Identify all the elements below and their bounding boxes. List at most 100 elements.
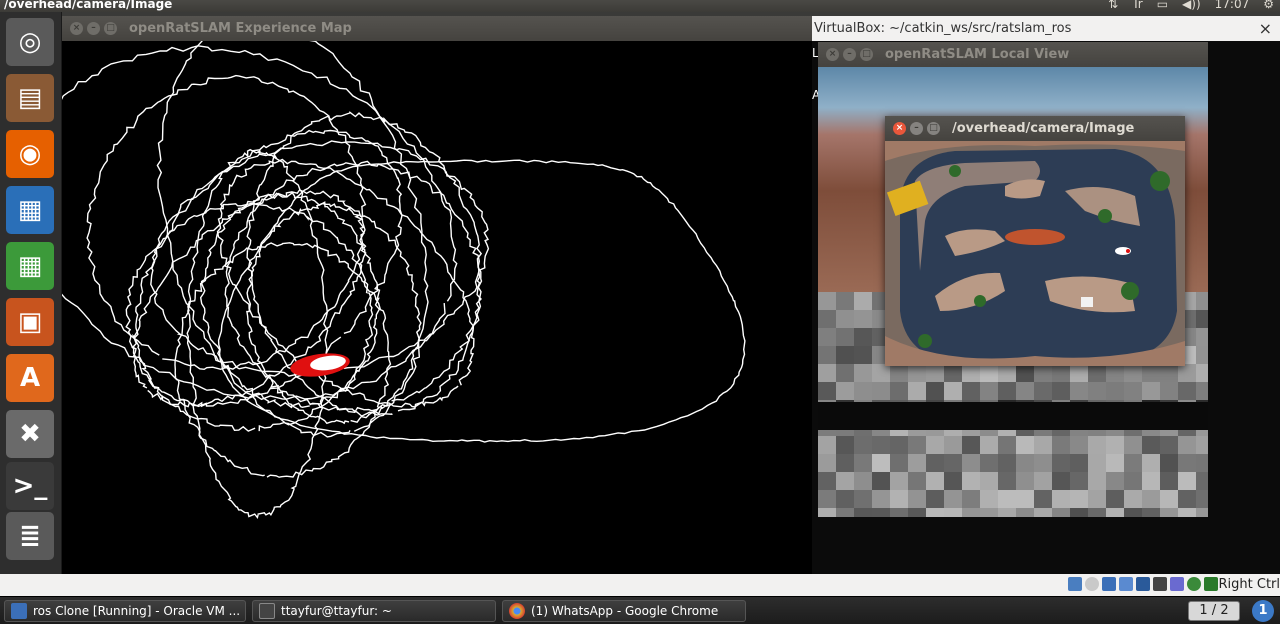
pixel-block <box>854 292 872 310</box>
pixel-block <box>1196 292 1208 310</box>
pixel-block <box>1106 508 1124 517</box>
minimize-icon[interactable]: – <box>910 122 923 135</box>
launcher-item-libreoffice-calc[interactable]: ▦ <box>6 242 54 290</box>
experience-map-window[interactable]: × – □ openRatSLAM Experience Map <box>22 16 812 574</box>
pixel-block <box>1052 382 1070 400</box>
host-window-bottom <box>0 574 812 596</box>
gear-icon[interactable]: ⚙ <box>1263 0 1274 11</box>
pixel-block <box>1196 508 1208 517</box>
pixel-block <box>818 454 836 472</box>
recording-icon[interactable] <box>1170 577 1184 591</box>
window-titlebar[interactable]: × – □ openRatSLAM Local View <box>818 42 1208 67</box>
close-icon[interactable]: × <box>70 22 83 35</box>
pixel-block <box>962 472 980 490</box>
volume-icon[interactable]: ◀)) <box>1182 0 1201 11</box>
workspace-switcher[interactable]: 1 / 2 <box>1188 601 1240 621</box>
window-titlebar[interactable]: × – □ /overhead/camera/Image <box>885 116 1185 141</box>
pixel-block <box>1196 472 1208 490</box>
pixel-block <box>1178 364 1196 382</box>
vbox-titlebar[interactable]: VirtualBox: ~/catkin_ws/src/ratslam_ros … <box>812 16 1280 41</box>
task-label: (1) WhatsApp - Google Chrome <box>531 604 719 618</box>
pixel-block <box>872 382 890 400</box>
pixel-block <box>1016 472 1034 490</box>
pixel-block <box>854 364 872 382</box>
maximize-icon[interactable]: □ <box>927 122 940 135</box>
pixel-block <box>854 508 872 517</box>
maximize-icon[interactable]: □ <box>860 48 873 61</box>
indicator-area: ⇅ Tr ▭ ◀)) 17:07 ⚙ <box>1108 0 1274 11</box>
launcher-item-firefox[interactable]: ◉ <box>6 130 54 178</box>
pixel-block <box>1052 490 1070 508</box>
pixel-block <box>1196 436 1208 454</box>
task-terminal[interactable]: ttayfur@ttayfur: ~ <box>252 600 496 622</box>
pixel-block <box>1196 454 1208 472</box>
pixel-block <box>908 490 926 508</box>
launcher-item-software-center[interactable]: A <box>6 354 54 402</box>
pixel-block <box>872 472 890 490</box>
overhead-camera-window[interactable]: × – □ /overhead/camera/Image <box>885 116 1185 366</box>
pixel-block <box>1160 436 1178 454</box>
pixel-block <box>818 490 836 508</box>
pixel-block <box>926 454 944 472</box>
pixel-block <box>1088 382 1106 400</box>
pixel-block <box>1178 436 1196 454</box>
maximize-icon[interactable]: □ <box>104 22 117 35</box>
launcher-item-terminal[interactable]: >_ <box>6 462 54 510</box>
pixel-block <box>998 508 1016 517</box>
optical-drive-icon[interactable] <box>1085 577 1099 591</box>
launcher-item-system-settings[interactable]: ✖ <box>6 410 54 458</box>
pixel-block <box>1088 364 1106 382</box>
launcher-item-libreoffice-writer[interactable]: ▦ <box>6 186 54 234</box>
display-icon[interactable] <box>1136 577 1150 591</box>
task-chrome[interactable]: (1) WhatsApp - Google Chrome <box>502 600 746 622</box>
pixel-block <box>1160 508 1178 517</box>
pixel-block <box>1160 472 1178 490</box>
pixel-block <box>854 328 872 346</box>
pixel-block <box>872 490 890 508</box>
pixel-block <box>1106 364 1124 382</box>
launcher: ◎ ▤ ◉ ▦ ▦ ▣ A ✖ >_ ≣ <box>0 12 62 574</box>
usb-icon[interactable] <box>1102 577 1116 591</box>
pixel-block <box>890 382 908 400</box>
pixel-block <box>944 490 962 508</box>
pixel-block <box>836 364 854 382</box>
network-adapter-icon[interactable] <box>1153 577 1167 591</box>
minimize-icon[interactable]: – <box>87 22 100 35</box>
hard-disk-icon[interactable] <box>1068 577 1082 591</box>
ubuntu-logo-icon: ◎ <box>18 27 42 57</box>
pixel-block <box>926 436 944 454</box>
pixel-block <box>1178 454 1196 472</box>
pixel-block <box>1196 364 1208 382</box>
launcher-item-libreoffice-impress[interactable]: ▣ <box>6 298 54 346</box>
pixel-block <box>1034 472 1052 490</box>
battery-icon[interactable]: ▭ <box>1157 0 1168 11</box>
network-icon[interactable]: ⇅ <box>1108 0 1118 11</box>
robot-marker <box>1126 249 1130 253</box>
pixel-block <box>908 454 926 472</box>
arrow-key-icon[interactable] <box>1204 577 1218 591</box>
pixel-block <box>854 454 872 472</box>
mouse-integration-icon[interactable] <box>1187 577 1201 591</box>
pixel-block <box>980 472 998 490</box>
close-icon[interactable]: × <box>1259 19 1272 38</box>
pixel-block <box>998 490 1016 508</box>
experience-map-trajectory <box>22 17 746 520</box>
workspace-indicator-icon[interactable]: 1 <box>1252 600 1274 622</box>
close-icon[interactable]: × <box>893 122 906 135</box>
pixel-block <box>962 382 980 400</box>
clock[interactable]: 17:07 <box>1215 0 1250 11</box>
pixel-block <box>1178 490 1196 508</box>
close-icon[interactable]: × <box>826 48 839 61</box>
pixel-block <box>872 454 890 472</box>
pixel-block <box>944 454 962 472</box>
launcher-item-dash-home[interactable]: ◎ <box>6 18 54 66</box>
launcher-item-files[interactable]: ▤ <box>6 74 54 122</box>
pixel-block <box>1142 472 1160 490</box>
keyboard-layout-icon[interactable]: Tr <box>1132 0 1143 11</box>
minimize-icon[interactable]: – <box>843 48 856 61</box>
launcher-item-workspaces[interactable]: ≣ <box>6 512 54 560</box>
shared-folders-icon[interactable] <box>1119 577 1133 591</box>
window-titlebar[interactable]: × – □ openRatSLAM Experience Map <box>62 16 812 41</box>
task-virtualbox[interactable]: ros Clone [Running] - Oracle VM ... <box>4 600 246 622</box>
pixel-block <box>854 310 872 328</box>
